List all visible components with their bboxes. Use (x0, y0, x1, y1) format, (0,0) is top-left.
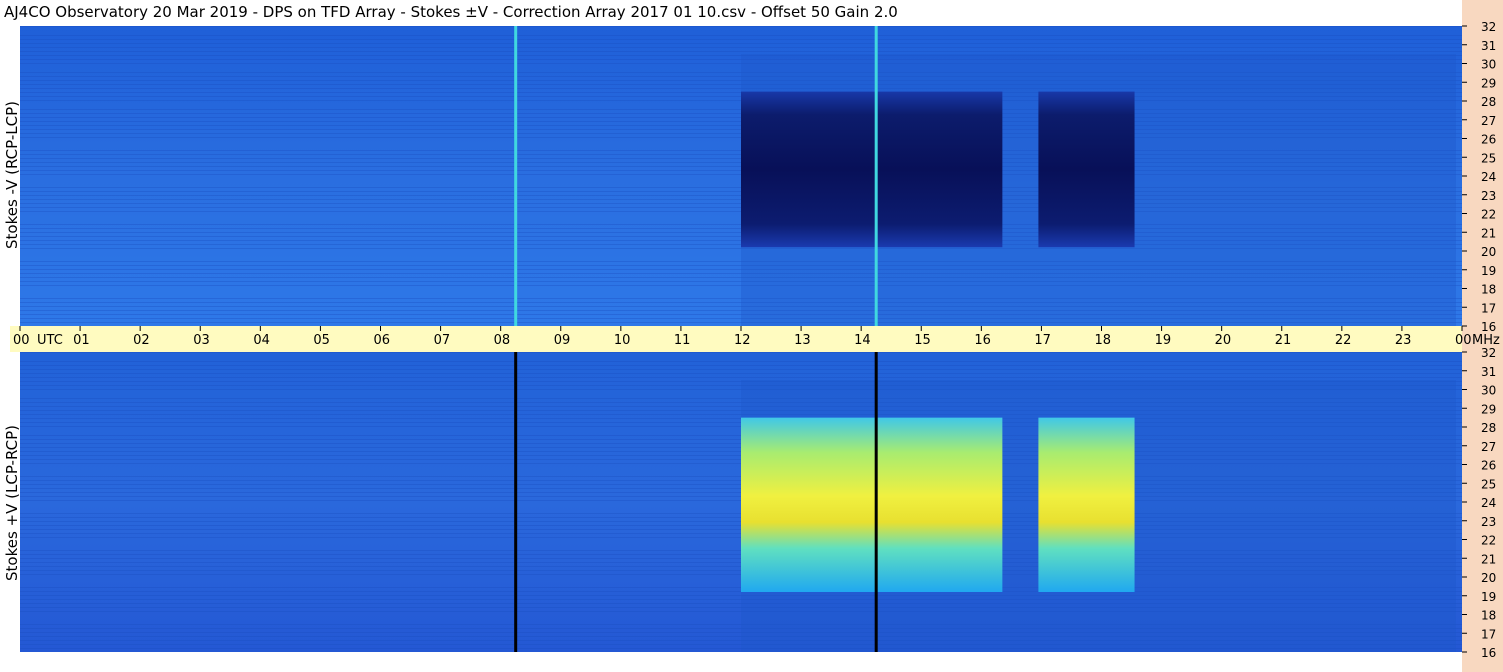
burst-event (741, 91, 1003, 248)
freq-tick-label: 25 (1481, 477, 1496, 491)
freq-tick-label: 23 (1481, 189, 1496, 203)
noise-streak (20, 361, 1462, 362)
noise-streak (20, 373, 1462, 374)
freq-tick-label: 31 (1481, 365, 1496, 379)
noise-streak (20, 35, 1462, 36)
noise-streak (20, 26, 1462, 27)
freq-tick-label: 30 (1481, 58, 1496, 72)
time-tick-label: 21 (1275, 333, 1292, 348)
time-tick-label: 16 (974, 333, 991, 348)
freq-tick-label: 27 (1481, 440, 1496, 454)
freq-tick-label: 20 (1481, 571, 1496, 585)
freq-tick-label: 18 (1481, 283, 1496, 297)
time-tick-label: 20 (1215, 333, 1232, 348)
noise-streak (20, 352, 1462, 353)
freq-tick-label: 16 (1481, 646, 1496, 660)
time-tick-label: 09 (554, 333, 571, 348)
freq-tick-label: 32 (1481, 346, 1496, 360)
freq-tick-label: 26 (1481, 459, 1496, 473)
freq-tick-label: 18 (1481, 609, 1496, 623)
vertical-line (514, 352, 518, 652)
burst-event (741, 417, 1003, 592)
freq-tick-label: 29 (1481, 402, 1496, 416)
noise-streak (20, 51, 1462, 52)
freq-tick-label: 28 (1481, 95, 1496, 109)
time-tick-label: 23 (1395, 333, 1412, 348)
time-tick-label: 22 (1335, 333, 1352, 348)
freq-tick-label: 25 (1481, 151, 1496, 165)
freq-tick-label: 27 (1481, 114, 1496, 128)
freq-tick-label: 31 (1481, 39, 1496, 53)
time-tick-label: 00 (13, 333, 30, 348)
time-tick-label: 06 (374, 333, 391, 348)
freq-tick-label: 29 (1481, 76, 1496, 90)
time-tick-label: 10 (614, 333, 631, 348)
frequency-axis-bottom: 32 31 30 29 28 27 26 25 24 23 22 21 20 19 18 17 16 (1462, 346, 1496, 660)
time-tick-label: 18 (1095, 333, 1112, 348)
freq-tick-label: 17 (1481, 301, 1496, 315)
freq-tick-label: 20 (1481, 245, 1496, 259)
freq-tick-label: 19 (1481, 264, 1496, 278)
noise-streak (20, 47, 1462, 48)
bottom-panel (20, 352, 1462, 652)
noise-streak (20, 39, 1462, 40)
freq-tick-label: 24 (1481, 496, 1496, 510)
freq-tick-label: 21 (1481, 226, 1496, 240)
burst-event (1038, 91, 1135, 248)
freq-tick-label: 24 (1481, 170, 1496, 184)
noise-streak (20, 377, 1462, 378)
time-tick-label: 03 (193, 333, 210, 348)
time-tick-label: 04 (253, 333, 270, 348)
time-tick-label: 17 (1034, 333, 1051, 348)
spectrogram-chart: 00 01 02 03 04 05 06 07 08 09 10 11 12 13 14 15 16 17 18 19… (10, 20, 1500, 660)
time-tick-label: 08 (494, 333, 511, 348)
freq-tick-label: 22 (1481, 534, 1496, 548)
time-tick-label: 00 (1455, 333, 1472, 348)
freq-tick-label: 26 (1481, 133, 1496, 147)
noise-streak (20, 369, 1462, 370)
freq-tick-label: 17 (1481, 627, 1496, 641)
freq-tick-label: 22 (1481, 208, 1496, 222)
vertical-line (514, 26, 518, 326)
frequency-axis-top: 32 31 30 29 28 27 26 25 24 23 22 21 20 19 18 17 16 (1462, 20, 1496, 334)
time-tick-label: 01 (73, 333, 90, 348)
freq-tick-label: 32 (1481, 20, 1496, 34)
time-tick-label: 02 (133, 333, 150, 348)
freq-tick-label: 28 (1481, 421, 1496, 435)
time-tick-label: 15 (914, 333, 931, 348)
noise-streak (20, 365, 1462, 366)
time-tick-label: 19 (1155, 333, 1172, 348)
time-tick-label: 05 (313, 333, 330, 348)
freq-tick-label: 19 (1481, 590, 1496, 604)
freq-tick-label: 21 (1481, 552, 1496, 566)
noise-streak (20, 43, 1462, 44)
time-tick-label: 13 (794, 333, 811, 348)
utc-unit-label: UTC (37, 333, 63, 348)
time-tick-label: 14 (854, 333, 871, 348)
burst-event (1038, 417, 1135, 592)
freq-tick-label: 23 (1481, 515, 1496, 529)
time-axis: 00 01 02 03 04 05 06 07 08 09 10 11 12 13 14 15 16 17 18 19… (10, 326, 1500, 352)
top-panel (20, 26, 1462, 326)
vertical-line (874, 26, 878, 326)
freq-tick-label: 16 (1481, 320, 1496, 334)
freq-tick-label: 30 (1481, 384, 1496, 398)
time-tick-label: 12 (734, 333, 751, 348)
time-tick-label: 07 (434, 333, 451, 348)
vertical-line (874, 352, 878, 652)
time-tick-label: 11 (674, 333, 691, 348)
